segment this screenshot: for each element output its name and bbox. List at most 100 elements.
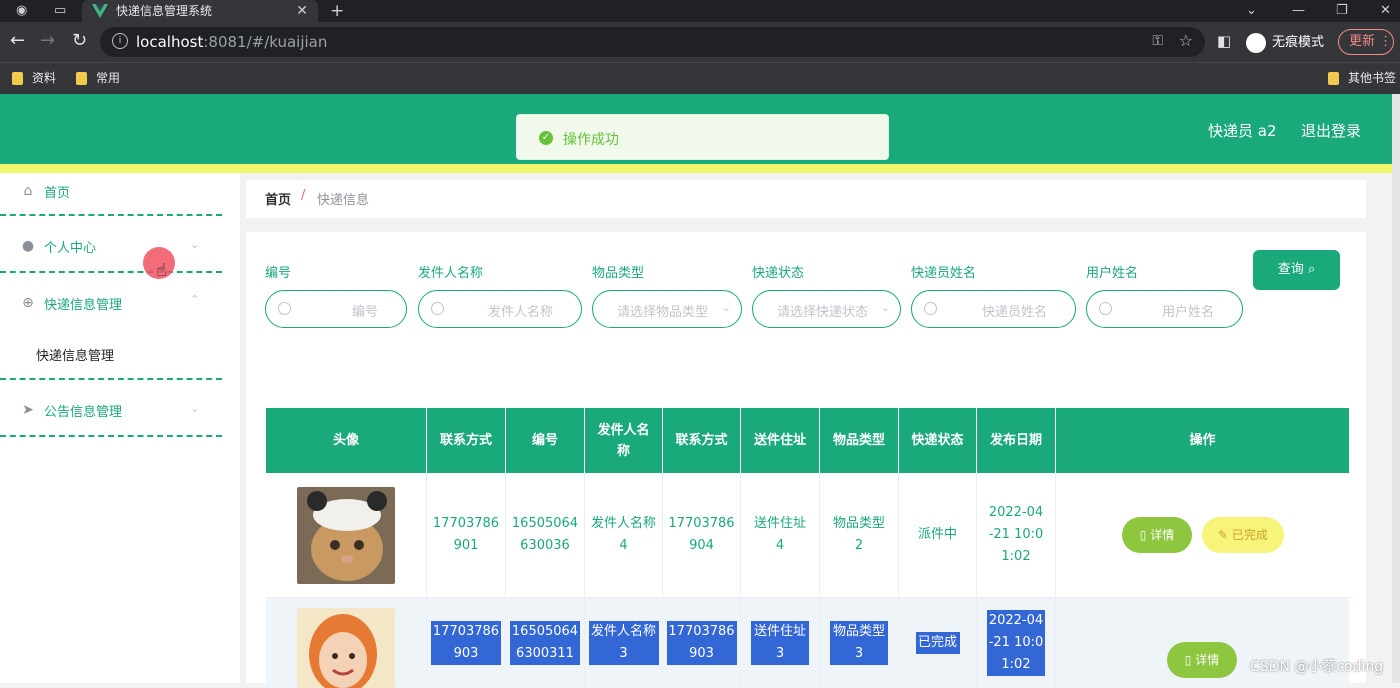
window-icon[interactable]: ▭: [54, 0, 66, 22]
current-user: 快递员 a2: [1208, 122, 1277, 140]
maximize-icon[interactable]: ❐: [1336, 0, 1348, 22]
chevron-up-icon: ⌃: [190, 293, 200, 306]
bookmark-star-icon[interactable]: ☆: [1179, 31, 1193, 50]
browser-tab[interactable]: 快递信息管理系统 ✕: [82, 0, 318, 22]
sidebar-item-profile[interactable]: ● 个人中心 ⌄: [0, 216, 222, 273]
cell-contact2: 17703786903: [666, 621, 737, 665]
cell-item-type: 物品类型2: [832, 516, 885, 553]
actions-cell: ▯ 详情 ✎ 已完成: [1056, 473, 1349, 597]
label-sender: 发件人名称: [418, 266, 484, 281]
submenu-express-manage[interactable]: 快递信息管理: [36, 345, 114, 364]
hand-cursor-icon: ☝: [156, 260, 167, 281]
site-info-icon[interactable]: i: [112, 33, 128, 49]
close-tab-icon[interactable]: ✕: [296, 0, 308, 22]
breadcrumb-home[interactable]: 首页: [265, 189, 291, 208]
back-icon[interactable]: ←: [10, 31, 25, 51]
header-contact2: 联系方式: [663, 408, 741, 473]
url-field[interactable]: i localhost:8081/#/kuaijian ⚿ ☆: [100, 27, 1205, 57]
search-icon: ⌕: [1307, 262, 1316, 277]
item-type-select[interactable]: 请选择物品类型 ⌄: [592, 290, 742, 328]
toast-message: 操作成功: [563, 132, 619, 148]
bookmark-folder[interactable]: 常用: [76, 70, 120, 86]
cell-date: 2022-04-21 10:01:02: [988, 505, 1044, 564]
url-path: :8081/#/kuaijian: [203, 33, 328, 51]
breadcrumb-separator: /: [301, 188, 306, 203]
minimize-icon[interactable]: —: [1292, 0, 1305, 22]
cell-item-type: 物品类型3: [830, 621, 888, 665]
cell-contact2: 17703786904: [668, 516, 735, 553]
sender-search-input[interactable]: 发件人名称: [418, 290, 582, 328]
header-date: 发布日期: [977, 408, 1056, 473]
address-bar: ← → ↻ i localhost:8081/#/kuaijian ⚿ ☆ ◧ …: [0, 22, 1400, 62]
detail-button[interactable]: ▯ 详情: [1167, 642, 1237, 678]
key-icon[interactable]: ⚿: [1152, 33, 1163, 49]
query-button[interactable]: 查询 ⌕: [1253, 250, 1340, 290]
avatar-cell: [266, 473, 427, 597]
table-header: 头像 联系方式 编号 发件人名称 联系方式 送件住址 物品类型 快递状态 发布日…: [266, 408, 1349, 473]
chevron-down-icon: ⌄: [190, 238, 200, 251]
label-user: 用户姓名: [1086, 266, 1139, 281]
header-sender: 发件人名称: [585, 408, 663, 473]
sidepanel-icon[interactable]: ◧: [1217, 31, 1231, 51]
bookmarks-bar: 资料 常用 其他书签: [0, 62, 1400, 94]
send-icon: ➤: [22, 402, 34, 418]
forward-icon[interactable]: →: [40, 31, 55, 51]
label-status: 快递状态: [752, 266, 805, 281]
status-select[interactable]: 请选择快递状态 ⌄: [752, 290, 901, 328]
update-button[interactable]: 更新 ⋮: [1338, 29, 1394, 55]
id-search-input[interactable]: 编号: [265, 290, 407, 328]
url-host: localhost: [136, 33, 204, 51]
header-address: 送件住址: [741, 408, 820, 473]
tab-search-icon[interactable]: ⌄: [1246, 0, 1257, 22]
window-close-icon[interactable]: ✕: [1380, 0, 1391, 22]
cell-sender: 发件人名称3: [588, 621, 659, 665]
user-search-input[interactable]: 用户姓名: [1086, 290, 1243, 328]
bookmark-folder[interactable]: 资料: [12, 70, 56, 86]
cell-status: 派件中: [917, 527, 957, 542]
incognito-indicator[interactable]: 无痕模式: [1246, 31, 1324, 53]
cell-id: 165050646300311: [510, 621, 580, 665]
header-actions: 操作: [1189, 433, 1216, 448]
courier-search-input[interactable]: 快递员姓名: [911, 290, 1076, 328]
browser-tabbar: ◉ ▭ 快递信息管理系统 ✕ + ⌄ — ❐ ✕: [0, 0, 1400, 22]
check-circle-icon: ✓: [539, 131, 553, 145]
chevron-down-icon: ⌄: [880, 301, 890, 314]
label-id: 编号: [265, 266, 292, 281]
header-item-type: 物品类型: [820, 408, 899, 473]
label-courier: 快递员姓名: [911, 266, 977, 281]
globe-icon[interactable]: ◉: [16, 0, 27, 22]
search-icon: [278, 302, 291, 315]
complete-button[interactable]: ✎ 已完成: [1202, 517, 1284, 553]
search-icon: [1099, 302, 1112, 315]
cell-date: 2022-04-21 10:01:02: [987, 610, 1045, 676]
logout-link[interactable]: 退出登录: [1301, 120, 1361, 141]
avatar: [297, 608, 395, 688]
other-bookmarks[interactable]: 其他书签: [1328, 70, 1396, 86]
home-icon: ⌂: [23, 183, 33, 199]
sidebar-item-home[interactable]: ⌂ 首页: [0, 173, 222, 216]
avatar-cell: [266, 598, 427, 688]
breadcrumb: 首页 / 快递信息: [246, 180, 1366, 218]
app-header: ✓ 操作成功 快递员 a2 退出登录: [0, 94, 1400, 173]
table-row: 17703786903 165050646300311 发件人名称3 17703…: [266, 598, 1349, 688]
page-scrollbar[interactable]: [1392, 94, 1400, 683]
cell-address: 送件住址4: [753, 516, 806, 553]
avatar: [297, 486, 395, 584]
sidebar-item-notice[interactable]: ➤ 公告信息管理 ⌄: [0, 380, 222, 437]
cell-address: 送件住址3: [751, 621, 809, 665]
detail-button[interactable]: ▯ 详情: [1122, 517, 1192, 553]
chevron-down-icon: ⌄: [190, 402, 200, 415]
sidebar: ⌂ 首页 ● 个人中心 ⌄ ⊕ 快递信息管理 ⌃ 快递信息管理 ➤ 公告信息管理…: [0, 173, 240, 683]
table-row: 17703786901 16505064630036 发件人名称4 177037…: [266, 473, 1349, 598]
new-tab-icon[interactable]: +: [330, 0, 344, 22]
cell-sender: 发件人名称4: [590, 516, 656, 553]
header-id: 编号: [506, 408, 585, 473]
incognito-icon: [1246, 32, 1266, 53]
cell-id: 16505064630036: [511, 516, 579, 553]
breadcrumb-current: 快递信息: [317, 193, 370, 208]
reload-icon[interactable]: ↻: [72, 31, 87, 51]
header-avatar: 头像: [266, 408, 427, 473]
label-item-type: 物品类型: [592, 266, 645, 281]
folder-icon: [1328, 72, 1339, 85]
cell-contact: 17703786901: [432, 516, 500, 553]
